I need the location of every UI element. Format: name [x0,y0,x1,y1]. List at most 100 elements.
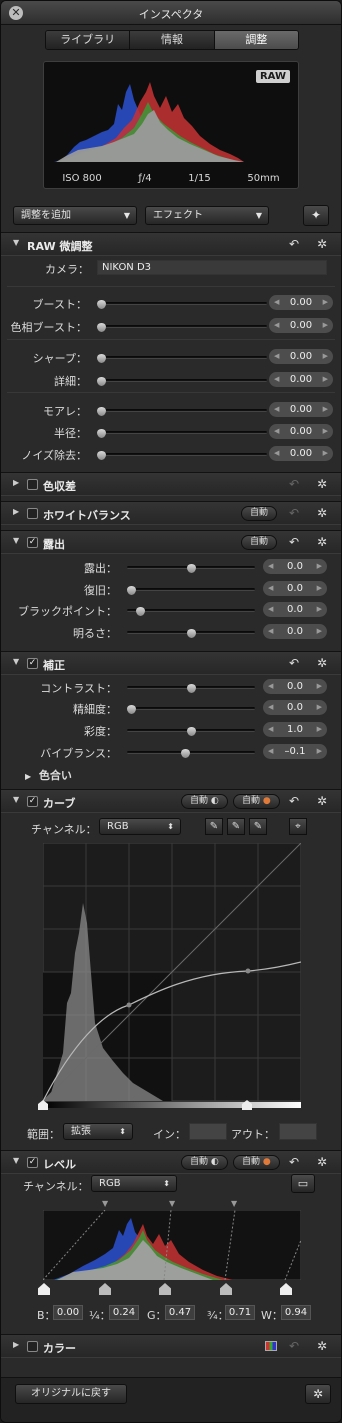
slider-track[interactable] [97,451,267,460]
gear-menu-icon[interactable]: ✲ [305,1384,331,1404]
slider-knob[interactable] [97,429,106,438]
slider-knob[interactable] [187,564,196,573]
midtone-marker[interactable]: ▼ [169,1199,175,1208]
decrement-icon[interactable]: ◀ [268,581,273,596]
levels-histogram[interactable] [43,1210,301,1280]
auto-color-button[interactable]: 自動 ● [233,794,280,809]
three-quarter-marker[interactable]: ▼ [231,1199,237,1208]
black-eyedropper-icon[interactable]: ✎ [205,818,223,835]
disclosure-closed-icon[interactable]: ▶ [13,507,19,516]
undo-icon[interactable]: ↶ [289,794,299,808]
slider-knob[interactable] [97,451,106,460]
curves-header[interactable]: ▼ ✓ カーブ 自動 ◐ 自動 ● ↶ ✲ [1,789,341,813]
increment-icon[interactable]: ▶ [323,446,328,461]
tint-disclosure[interactable]: ▶ 色合い [25,767,72,783]
three-quarter-level-handle[interactable] [220,1283,232,1295]
chromatic-aberration-header[interactable]: ▶ 色収差 ↶ ✲ [1,472,341,496]
enable-checkbox[interactable] [27,479,38,490]
color-header[interactable]: ▶ カラー ↶ ✲ [1,1334,341,1358]
gamma-level-handle[interactable] [159,1283,171,1295]
out-field[interactable] [279,1123,317,1140]
revert-to-original-button[interactable]: オリジナルに戻す [15,1384,127,1404]
levels-field-value[interactable]: 0.24 [109,1305,139,1320]
in-field[interactable] [189,1123,227,1140]
increment-icon[interactable]: ▶ [323,349,328,364]
slider-track[interactable] [127,629,255,638]
enable-checkbox-checked[interactable]: ✓ [27,1157,38,1168]
slider-knob[interactable] [97,407,106,416]
decrement-icon[interactable]: ◀ [274,446,279,461]
enable-checkbox-checked[interactable]: ✓ [27,796,38,807]
enable-checkbox[interactable] [27,1341,38,1352]
value-stepper[interactable]: ◀ 0.0 ▶ [263,602,327,617]
gray-eyedropper-icon[interactable]: ✎ [227,818,245,835]
title-bar[interactable]: ✕ インスペクタ [1,1,341,25]
curves-graph[interactable] [43,843,301,1103]
slider-track[interactable] [127,607,255,616]
value-stepper[interactable]: ◀ 0.0 ▶ [263,700,327,715]
value-stepper[interactable]: ◀ 1.0 ▶ [263,722,327,737]
disclosure-open-icon[interactable]: ▼ [13,536,19,545]
disclosure-open-icon[interactable]: ▼ [13,238,19,247]
increment-icon[interactable]: ▶ [323,372,328,387]
undo-icon[interactable]: ↶ [289,1155,299,1169]
auto-luminance-button[interactable]: 自動 ◐ [181,1155,228,1170]
value-stepper[interactable]: ◀ 0.00 ▶ [269,372,333,387]
gear-icon[interactable]: ✲ [317,477,327,491]
raw-fine-tuning-header[interactable]: ▼ RAW 微調整 ↶ ✲ [1,232,341,256]
undo-icon[interactable]: ↶ [289,477,299,491]
undo-icon[interactable]: ↶ [289,506,299,520]
gear-icon[interactable]: ✲ [317,656,327,670]
disclosure-open-icon[interactable]: ▼ [13,657,19,666]
crosshair-icon[interactable]: ⌖ [289,818,307,835]
effects-popup[interactable]: エフェクト ▼ [145,206,269,225]
levels-field-value[interactable]: 0.47 [165,1305,195,1320]
value-stepper[interactable]: ◀ 0.0 ▶ [263,581,327,596]
value-stepper[interactable]: ◀ 0.00 ▶ [269,295,333,310]
slider-knob[interactable] [187,727,196,736]
slider-track[interactable] [127,586,255,595]
auto-color-button[interactable]: 自動 ● [233,1155,280,1170]
slider-knob[interactable] [127,705,136,714]
enable-checkbox[interactable] [27,508,38,519]
increment-icon[interactable]: ▶ [317,602,322,617]
quarter-level-handle[interactable] [99,1283,111,1295]
quarter-tone-marker[interactable]: ▼ [102,1199,108,1208]
slider-knob[interactable] [187,629,196,638]
slider-track[interactable] [97,407,267,416]
enhance-header[interactable]: ▼ ✓ 補正 ↶ ✲ [1,651,341,675]
value-stepper[interactable]: ◀ 0.00 ▶ [269,424,333,439]
value-stepper[interactable]: ◀ 0.0 ▶ [263,624,327,639]
slider-track[interactable] [127,684,255,693]
value-stepper[interactable]: ◀ 0.0 ▶ [263,679,327,694]
levels-display-icon[interactable]: ▭ [291,1174,315,1193]
decrement-icon[interactable]: ◀ [268,624,273,639]
increment-icon[interactable]: ▶ [323,318,328,333]
white-level-handle[interactable] [280,1283,292,1295]
undo-icon[interactable]: ↶ [289,237,299,251]
disclosure-closed-icon[interactable]: ▶ [13,478,19,487]
increment-icon[interactable]: ▶ [317,700,322,715]
value-stepper[interactable]: ◀ –0.1 ▶ [263,744,327,759]
auto-button[interactable]: 自動 [241,535,278,550]
auto-luminance-button[interactable]: 自動 ◐ [181,794,228,809]
value-stepper[interactable]: ◀ 0.00 ▶ [269,402,333,417]
slider-track[interactable] [127,727,255,736]
undo-icon[interactable]: ↶ [289,535,299,549]
color-swatch-icon[interactable] [265,1341,277,1351]
slider-knob[interactable] [127,586,136,595]
add-adjustment-popup[interactable]: 調整を追加 ▼ [13,206,137,225]
levels-channel-popup[interactable]: RGB ⬍ [91,1175,177,1192]
decrement-icon[interactable]: ◀ [274,318,279,333]
gear-icon[interactable]: ✲ [317,1155,327,1169]
decrement-icon[interactable]: ◀ [274,402,279,417]
decrement-icon[interactable]: ◀ [274,372,279,387]
white-eyedropper-icon[interactable]: ✎ [249,818,267,835]
tab-info[interactable]: 情報 [130,31,215,49]
increment-icon[interactable]: ▶ [317,744,322,759]
enable-checkbox-checked[interactable]: ✓ [27,658,38,669]
decrement-icon[interactable]: ◀ [268,559,273,574]
decrement-icon[interactable]: ◀ [268,700,273,715]
increment-icon[interactable]: ▶ [317,559,322,574]
gear-icon[interactable]: ✲ [317,535,327,549]
